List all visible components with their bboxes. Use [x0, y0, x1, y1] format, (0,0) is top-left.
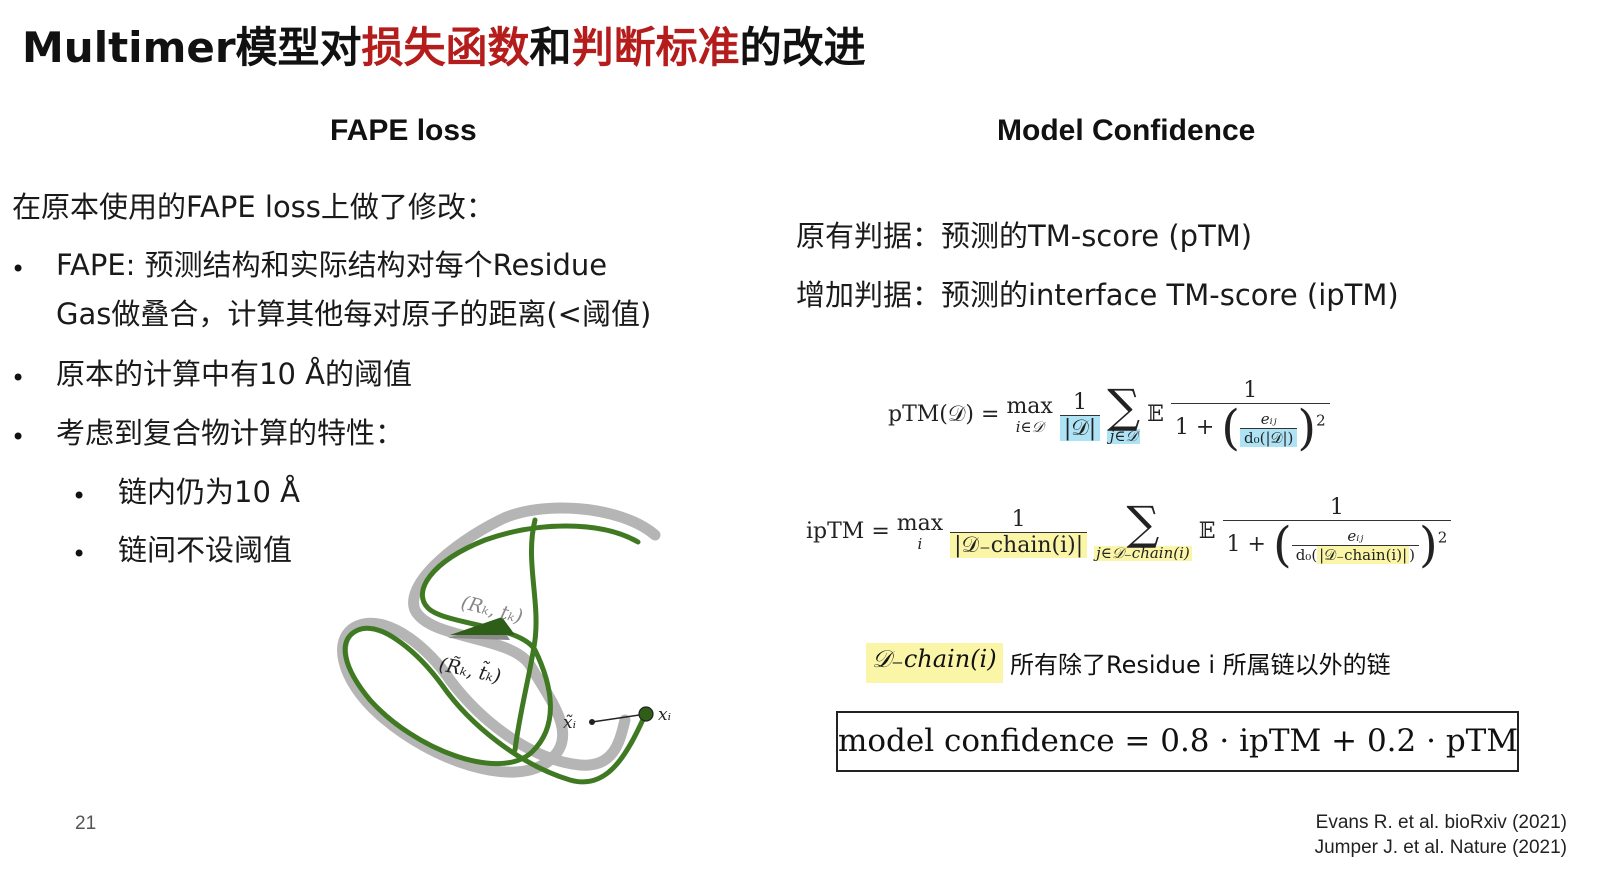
fape-sub-bullet-2: 链间不设阈值 — [118, 533, 293, 567]
ptm-expectation: 𝔼 — [1147, 402, 1164, 427]
ptm-den-prefix: 1 + — [1174, 415, 1222, 440]
sub-bullet-1: • — [72, 482, 87, 510]
iptm-norm-num: 1 — [1011, 506, 1026, 532]
iptm-max-word: max — [896, 510, 944, 536]
title-part-5: 的改进 — [739, 23, 866, 72]
page-number: 21 — [75, 813, 97, 834]
model-confidence-heading: Model Confidence — [997, 114, 1256, 147]
ptm-sum: ∑ j∈𝒟 — [1107, 379, 1141, 445]
ptm-inner-fraction: eᵢⱼ d₀(|𝒟|) — [1240, 409, 1298, 447]
fape-intro: 在原本使用的FAPE loss上做了修改： — [12, 190, 495, 224]
slide-title: Multimer模型对损失函数和判断标准的改进 — [22, 14, 866, 75]
chain-symbol: 𝒟₋chain(i) — [866, 643, 1003, 683]
predicted-structure-curve — [342, 523, 648, 785]
title-part-2: 损失函数 — [361, 23, 530, 72]
title-part-3: 和 — [529, 23, 572, 72]
bullet-3: • — [11, 423, 26, 451]
iptm-square: 2 — [1437, 528, 1448, 547]
ptm-max-word: max — [1006, 393, 1053, 419]
fape-heading: FAPE loss — [330, 114, 477, 147]
model-confidence-formula: model confidence = 0.8 · ipTM + 0.2 · pT… — [836, 711, 1519, 772]
fape-bullet-1-line-2: Gas做叠合，计算其他每对原子的距离(<阈值) — [56, 297, 652, 331]
title-part-4: 判断标准 — [571, 23, 740, 72]
true-atom-label: xᵢ — [658, 705, 671, 725]
iptm-sum-sub: j∈𝒟₋chain(i) — [1094, 544, 1192, 562]
ptm-sum-sub: j∈𝒟 — [1107, 429, 1141, 444]
iptm-d0-prefix: d₀( — [1295, 545, 1318, 564]
fape-bullet-3: 考虑到复合物计算的特性： — [56, 416, 405, 450]
ptm-lhs: pTM(𝒟) = — [888, 402, 1007, 427]
iptm-den-prefix: 1 + — [1226, 532, 1273, 557]
citation-evans: Evans R. et al. bioRxiv (2021) — [1315, 812, 1567, 833]
citation-jumper: Jumper J. et al. Nature (2021) — [1314, 837, 1567, 858]
iptm-norm-den: |𝒟₋chain(i)| — [950, 531, 1088, 558]
ptm-norm-num: 1 — [1073, 389, 1088, 415]
iptm-sum: ∑ j∈𝒟₋chain(i) — [1094, 496, 1192, 562]
predicted-atom-label: x̃ᵢ — [563, 713, 576, 733]
ptm-eij: eᵢⱼ — [1260, 409, 1277, 428]
ptm-max-sub: i∈𝒟 — [1015, 417, 1044, 436]
atom-distance-line — [591, 713, 647, 723]
ptm-norm-den: |𝒟| — [1059, 414, 1101, 441]
ptm-max: max i∈𝒟 — [1006, 393, 1053, 436]
sub-bullet-2: • — [72, 540, 87, 568]
iptm-main-fraction: 1 1 + (eᵢⱼ d₀(|𝒟₋chain(i)|))2 — [1222, 495, 1452, 569]
fape-sub-bullet-1: 链内仍为10 Å — [118, 475, 300, 509]
bullet-1: • — [11, 255, 26, 283]
predicted-atom-point — [589, 719, 595, 725]
added-criterion: 增加判据：预测的interface TM-score (ipTM) — [796, 278, 1399, 312]
ptm-square: 2 — [1316, 411, 1326, 430]
true-structure-curve — [337, 502, 661, 778]
iptm-d0-suffix: ) — [1409, 545, 1415, 564]
ptm-formula: pTM(𝒟) = max i∈𝒟 1 |𝒟| ∑ j∈𝒟 𝔼 1 1 + (eᵢⱼ d₀… — [888, 378, 1330, 452]
fape-bullet-2: 原本的计算中有10 Å的阈值 — [56, 357, 412, 391]
original-criterion: 原有判据：预测的TM-score (pTM) — [796, 219, 1253, 253]
fape-bullet-1-line-1: FAPE: 预测结构和实际结构对每个Residue — [56, 248, 608, 282]
ptm-main-fraction: 1 1 + (eᵢⱼ d₀(|𝒟|))2 — [1170, 378, 1330, 452]
ptm-d0: d₀(|𝒟|) — [1240, 427, 1298, 447]
iptm-norm-fraction: 1 |𝒟₋chain(i)| — [950, 506, 1088, 558]
bullet-2: • — [11, 364, 26, 392]
iptm-inner-fraction: eᵢⱼ d₀(|𝒟₋chain(i)|) — [1291, 526, 1419, 564]
iptm-max-sub: i — [917, 534, 923, 553]
iptm-d0-card: |𝒟₋chain(i)| — [1317, 545, 1410, 564]
chain-symbol-description: 所有除了Residue i 所属链以外的链 — [1010, 651, 1391, 679]
iptm-lhs: ipTM = — [806, 519, 897, 544]
iptm-formula: ipTM = max i 1 |𝒟₋chain(i)| ∑ j∈𝒟₋chain(i) … — [806, 495, 1452, 569]
iptm-eij: eᵢⱼ — [1347, 526, 1364, 545]
iptm-max: max i — [896, 510, 944, 553]
iptm-expectation: 𝔼 — [1198, 519, 1216, 544]
ptm-norm-fraction: 1 |𝒟| — [1059, 389, 1101, 441]
fape-diagram: (Rₖ, tₖ) (R̃ₖ, t̃ₖ) x̃ᵢ xᵢ — [337, 502, 671, 785]
title-part-1: Multimer模型对 — [22, 23, 362, 72]
iptm-main-num: 1 — [1329, 495, 1344, 520]
true-atom-point — [638, 706, 654, 722]
